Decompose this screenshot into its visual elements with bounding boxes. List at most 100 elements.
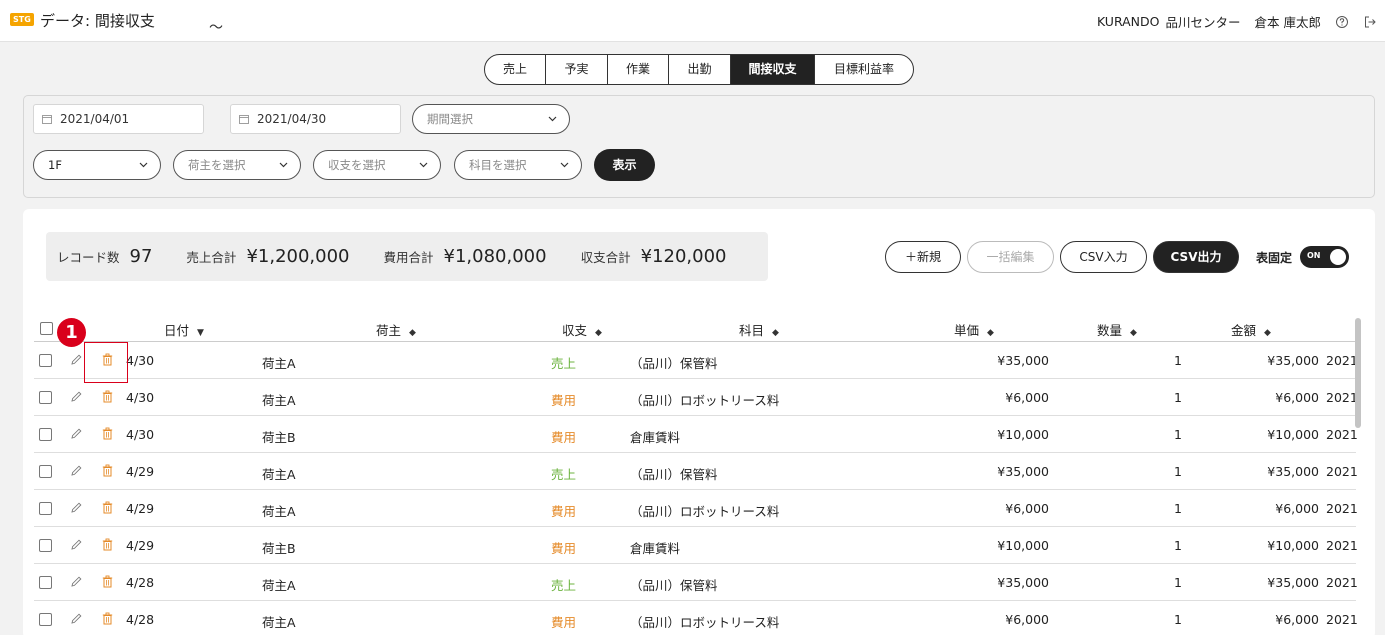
row-date: 4/28 (126, 575, 155, 590)
tab-indirect-balance[interactable]: 間接収支 (731, 55, 815, 84)
row-checkbox[interactable] (39, 502, 52, 515)
vertical-scrollbar[interactable] (1355, 318, 1361, 428)
help-icon[interactable] (1335, 15, 1349, 29)
shipper-select-placeholder: 荷主を選択 (188, 158, 246, 172)
bulk-edit-button[interactable]: 一括編集 (967, 241, 1054, 273)
table-row: 4/29 荷主A 売上 （品川）保管料 ¥35,000 1 ¥35,000 2021 (34, 453, 1358, 490)
row-quantity: 1 (1174, 612, 1182, 627)
row-shipper: 荷主B (262, 541, 296, 556)
sort-icon: ◆ (595, 328, 602, 338)
new-button[interactable]: ＋新規 (885, 241, 961, 273)
trash-icon[interactable] (102, 464, 113, 477)
tab-sales[interactable]: 売上 (485, 55, 546, 84)
column-header-amount[interactable]: 金額 ◆ (1231, 320, 1271, 339)
row-checkbox[interactable] (39, 539, 52, 552)
row-checkbox[interactable] (39, 613, 52, 626)
row-type: 売上 (551, 356, 577, 371)
row-checkbox[interactable] (39, 465, 52, 478)
table-row: 4/30 荷主B 費用 倉庫賃料 ¥10,000 1 ¥10,000 2021 (34, 416, 1358, 453)
row-checkbox[interactable] (39, 576, 52, 589)
row-shipper: 荷主A (262, 393, 296, 408)
period-select[interactable]: 期間選択 (412, 104, 570, 134)
record-count-value: 97 (129, 246, 153, 267)
page-title: データ: 間接収支 (40, 12, 155, 30)
annotation-number-badge: 1 (57, 318, 86, 347)
sort-icon: ◆ (1264, 328, 1271, 338)
tab-work[interactable]: 作業 (608, 55, 669, 84)
tab-attendance[interactable]: 出勤 (669, 55, 731, 84)
column-header-type[interactable]: 収支 ◆ (562, 320, 602, 339)
trash-icon[interactable] (102, 390, 113, 403)
csv-import-button[interactable]: CSV入力 (1060, 241, 1147, 273)
row-type: 売上 (551, 578, 577, 593)
table-row: 4/30 荷主A 費用 （品川）ロボットリース料 ¥6,000 1 ¥6,000 2021 (34, 379, 1358, 416)
balance-type-select[interactable]: 収支を選択 (313, 150, 441, 180)
balance-total-value: ¥120,000 (640, 246, 727, 267)
date-to-input[interactable]: 2021/04/30 (230, 104, 401, 134)
edit-icon[interactable] (70, 612, 83, 625)
data-tabs: 売上 予実 作業 出勤 間接収支 目標利益率 (484, 54, 914, 85)
tab-target-margin[interactable]: 目標利益率 (815, 55, 913, 84)
account-select[interactable]: 科目を選択 (454, 150, 582, 180)
edit-icon[interactable] (70, 501, 83, 514)
row-quantity: 1 (1174, 538, 1182, 553)
row-checkbox[interactable] (39, 354, 52, 367)
row-checkbox[interactable] (39, 391, 52, 404)
edit-icon[interactable] (70, 538, 83, 551)
row-extra: 2021 (1326, 390, 1358, 405)
row-account: （品川）保管料 (630, 578, 718, 593)
company-name: KURANDO (1096, 14, 1160, 29)
trash-icon[interactable] (102, 575, 113, 588)
trash-icon[interactable] (102, 538, 113, 551)
row-date: 4/29 (126, 501, 155, 516)
trash-icon[interactable] (102, 612, 113, 625)
row-checkbox[interactable] (39, 428, 52, 441)
column-header-date[interactable]: 日付 ▼ (164, 320, 204, 339)
column-header-shipper[interactable]: 荷主 ◆ (376, 320, 416, 339)
trash-icon[interactable] (102, 501, 113, 514)
top-bar: STG データ: 間接収支 KURANDO 品川センター 倉本 庫太郎 (0, 0, 1385, 42)
row-shipper: 荷主A (262, 615, 296, 630)
edit-icon[interactable] (70, 464, 83, 477)
select-all-checkbox[interactable] (40, 322, 53, 335)
column-header-date-label: 日付 (164, 323, 190, 338)
filter-panel (23, 95, 1375, 198)
record-count-label: レコード数 (57, 250, 120, 265)
tab-budget-actual[interactable]: 予実 (546, 55, 608, 84)
row-account: 倉庫賃料 (630, 541, 681, 556)
row-unit-price: ¥6,000 (1005, 612, 1049, 627)
edit-icon[interactable] (70, 575, 83, 588)
date-from-input[interactable]: 2021/04/01 (33, 104, 204, 134)
row-unit-price: ¥10,000 (997, 427, 1049, 442)
sort-icon: ◆ (987, 328, 994, 338)
csv-export-button[interactable]: CSV出力 (1153, 241, 1239, 273)
table-row: 4/28 荷主A 売上 （品川）保管料 ¥35,000 1 ¥35,000 2021 (34, 564, 1358, 601)
row-quantity: 1 (1174, 501, 1182, 516)
row-extra: 2021 (1326, 612, 1358, 627)
row-amount: ¥10,000 (1267, 427, 1319, 442)
sort-icon: ◆ (409, 328, 416, 338)
row-date: 4/30 (126, 353, 155, 368)
shipper-select[interactable]: 荷主を選択 (173, 150, 301, 180)
annotation-highlight-box (84, 342, 128, 383)
logout-icon[interactable] (1363, 15, 1377, 29)
date-range-separator: 〜 (209, 20, 223, 36)
column-header-quantity[interactable]: 数量 ◆ (1097, 320, 1137, 339)
row-extra: 2021 (1326, 353, 1358, 368)
floor-select[interactable]: 1F (33, 150, 161, 180)
account-select-placeholder: 科目を選択 (469, 158, 527, 172)
row-quantity: 1 (1174, 390, 1182, 405)
edit-icon[interactable] (70, 427, 83, 440)
trash-icon[interactable] (102, 427, 113, 440)
edit-icon[interactable] (70, 390, 83, 403)
column-header-account[interactable]: 科目 ◆ (739, 320, 779, 339)
row-date: 4/30 (126, 427, 155, 442)
edit-icon[interactable] (70, 353, 83, 366)
column-header-unit-price[interactable]: 単価 ◆ (954, 320, 994, 339)
row-unit-price: ¥35,000 (997, 575, 1049, 590)
sort-icon: ◆ (1130, 328, 1137, 338)
fix-header-toggle[interactable]: ON (1300, 246, 1349, 268)
row-quantity: 1 (1174, 464, 1182, 479)
row-unit-price: ¥6,000 (1005, 501, 1049, 516)
show-button[interactable]: 表示 (594, 149, 655, 181)
